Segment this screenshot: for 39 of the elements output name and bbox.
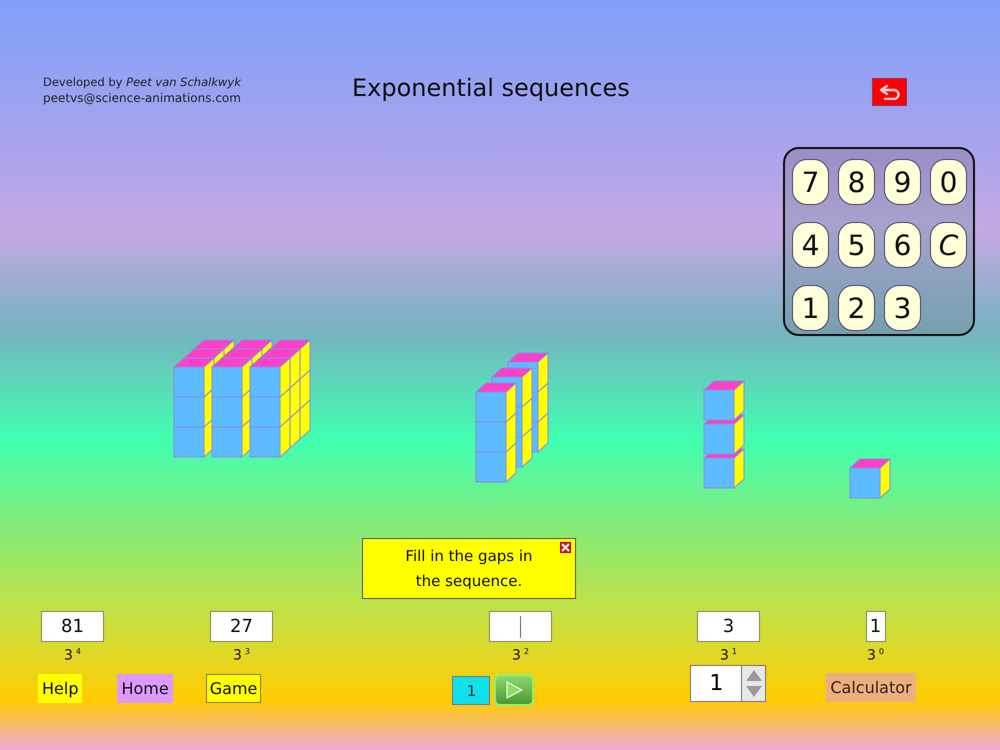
- developer-credit: Developed by Peet van Schalkwyk: [43, 74, 242, 90]
- digit-key[interactable]: 7: [792, 159, 829, 205]
- nav-button[interactable]: Game: [206, 674, 262, 703]
- sequence-value: 27: [210, 611, 273, 642]
- text-cursor: [520, 616, 521, 638]
- digit-key[interactable]: 6: [884, 222, 921, 268]
- power-label: 3$^{0}$: [866, 647, 884, 664]
- u-turn-arrow-icon: [878, 84, 902, 100]
- calculator-button[interactable]: Calculator: [826, 673, 916, 702]
- digit-key[interactable]: 0: [930, 159, 967, 205]
- sequence-value: 3: [697, 611, 760, 642]
- page-title: Exponential sequences: [352, 74, 631, 102]
- play-button[interactable]: [494, 674, 534, 706]
- hint-text: Fill in the gaps in the sequence.: [404, 546, 534, 592]
- step-counter: 1: [452, 676, 490, 705]
- power-label: 3$^{1}$: [720, 647, 737, 664]
- close-button[interactable]: [560, 542, 571, 553]
- digit-key[interactable]: 9: [884, 159, 921, 205]
- back-button[interactable]: [872, 78, 907, 106]
- nav-button[interactable]: Help: [38, 674, 82, 703]
- digit-key[interactable]: 8: [838, 159, 875, 205]
- answer-field[interactable]: [489, 611, 552, 642]
- sequence-value: 81: [41, 611, 104, 642]
- sequence-value: 1: [866, 611, 886, 642]
- nav-button[interactable]: Home: [117, 674, 173, 703]
- power-label: 3$^{2}$: [512, 647, 529, 664]
- digit-key[interactable]: 1: [792, 285, 829, 331]
- digit-key[interactable]: 2: [838, 285, 875, 331]
- cube-stack-drawing: [849, 458, 891, 499]
- power-label: 3$^{3}$: [232, 647, 250, 664]
- digit-key[interactable]: 5: [838, 222, 875, 268]
- digit-key[interactable]: 3: [884, 285, 921, 331]
- clear-key[interactable]: C: [930, 222, 967, 268]
- close-icon: [561, 543, 570, 552]
- number-field[interactable]: 1: [690, 665, 742, 702]
- power-label: 3$^{4}$: [64, 647, 81, 664]
- email-address: peetvs@science-animations.com: [43, 90, 242, 107]
- play-icon: [504, 680, 524, 700]
- digit-key[interactable]: 4: [792, 222, 829, 268]
